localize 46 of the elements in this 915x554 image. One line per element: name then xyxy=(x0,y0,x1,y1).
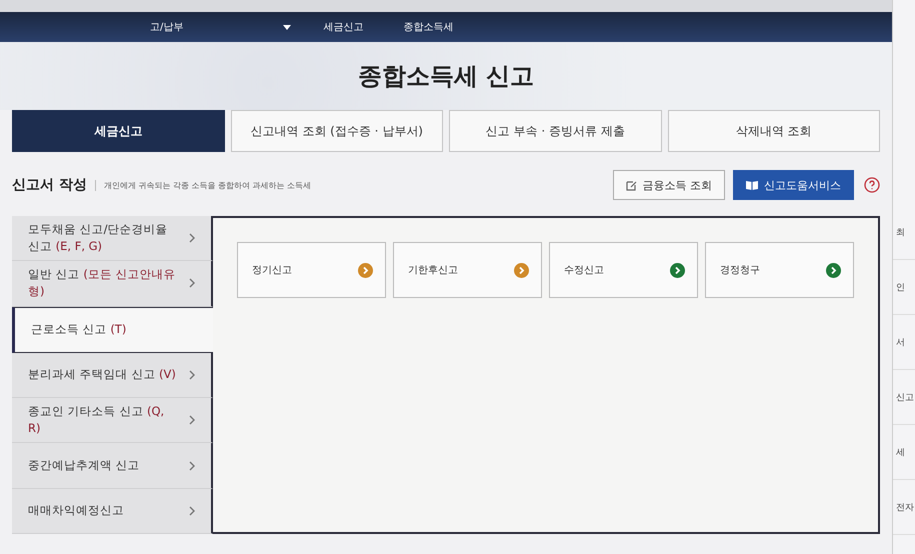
sidebar-label: 종교인 기타소득 신고 (Q, R) xyxy=(28,403,166,438)
sidebar-item[interactable]: 중간예납추계액 신고 xyxy=(12,443,213,489)
section-description: 개인에게 귀속되는 각종 소득을 종합하여 과세하는 소득세 xyxy=(94,180,312,190)
sidebar-item[interactable]: 분리과세 주택임대 신고 (V) xyxy=(12,352,213,398)
breadcrumb-link[interactable]: 고/납부 xyxy=(150,20,306,34)
action-button[interactable]: 신고도움서비스 xyxy=(733,170,854,200)
chevron-right-icon xyxy=(189,233,195,244)
action-button[interactable]: 금융소득 조회 xyxy=(612,170,725,200)
sidebar-label: 근로소득 신고 (T) xyxy=(31,321,126,338)
caret-icon xyxy=(283,24,292,30)
side-menu-item[interactable]: 세 xyxy=(893,425,915,480)
sidebar-item[interactable]: 모두채움 신고/단순경비율 신고 (E, F, G) xyxy=(12,216,213,262)
sidebar-label: 모두채움 신고/단순경비율 신고 (E, F, G) xyxy=(28,220,169,256)
chevron-right-icon xyxy=(189,278,195,288)
page-title: 종합소득세 신고 xyxy=(358,61,534,92)
side-menu-item[interactable]: 인 xyxy=(893,260,915,315)
side-menu-item[interactable]: 최 xyxy=(893,205,915,260)
chevron-right-icon xyxy=(189,370,195,380)
option-card[interactable]: 수정신고 xyxy=(549,242,698,298)
book-icon xyxy=(746,180,758,190)
chevron-right-icon xyxy=(189,460,195,471)
tab[interactable]: 삭제내역 조회 xyxy=(668,110,880,152)
sidebar-item[interactable]: 매매차익예정신고 xyxy=(12,488,213,534)
sidebar-item[interactable]: 근로소득 신고 (T) xyxy=(12,306,213,353)
tab[interactable]: 신고 부속 · 증빙서류 제출 xyxy=(449,110,662,152)
section-title: 신고서 작성 xyxy=(12,176,87,194)
tab[interactable]: 세금신고 xyxy=(12,110,224,152)
option-card[interactable]: 기한후신고 xyxy=(393,242,542,298)
side-menu-item[interactable]: 신고 xyxy=(893,370,915,425)
option-card[interactable]: 정기신고 xyxy=(237,242,386,298)
sidebar-label: 중간예납추계액 신고 xyxy=(28,456,140,474)
side-menu-item[interactable]: 서 xyxy=(893,315,915,370)
tab[interactable]: 신고내역 조회 (접수증 · 납부서) xyxy=(230,110,443,152)
side-menu-item[interactable]: 전자 xyxy=(893,480,915,535)
chevron-right-icon xyxy=(189,415,195,426)
option-card[interactable]: 경정청구 xyxy=(705,242,854,298)
sidebar-label: 매매차익예정신고 xyxy=(28,502,124,520)
chevron-right-icon xyxy=(189,506,195,516)
breadcrumb-link[interactable]: 세금신고 xyxy=(323,20,386,34)
breadcrumb-link[interactable]: 종합소득세 xyxy=(403,20,476,34)
sidebar-label: 일반 신고 (모든 신고안내유형) xyxy=(28,266,176,300)
help-icon[interactable] xyxy=(864,177,880,193)
sidebar-label: 분리과세 주택임대 신고 (V) xyxy=(28,366,176,384)
edit-icon xyxy=(626,180,636,190)
sidebar-item[interactable]: 일반 신고 (모든 신고안내유형) xyxy=(12,261,213,307)
sidebar-item[interactable]: 종교인 기타소득 신고 (Q, R) xyxy=(12,398,213,444)
